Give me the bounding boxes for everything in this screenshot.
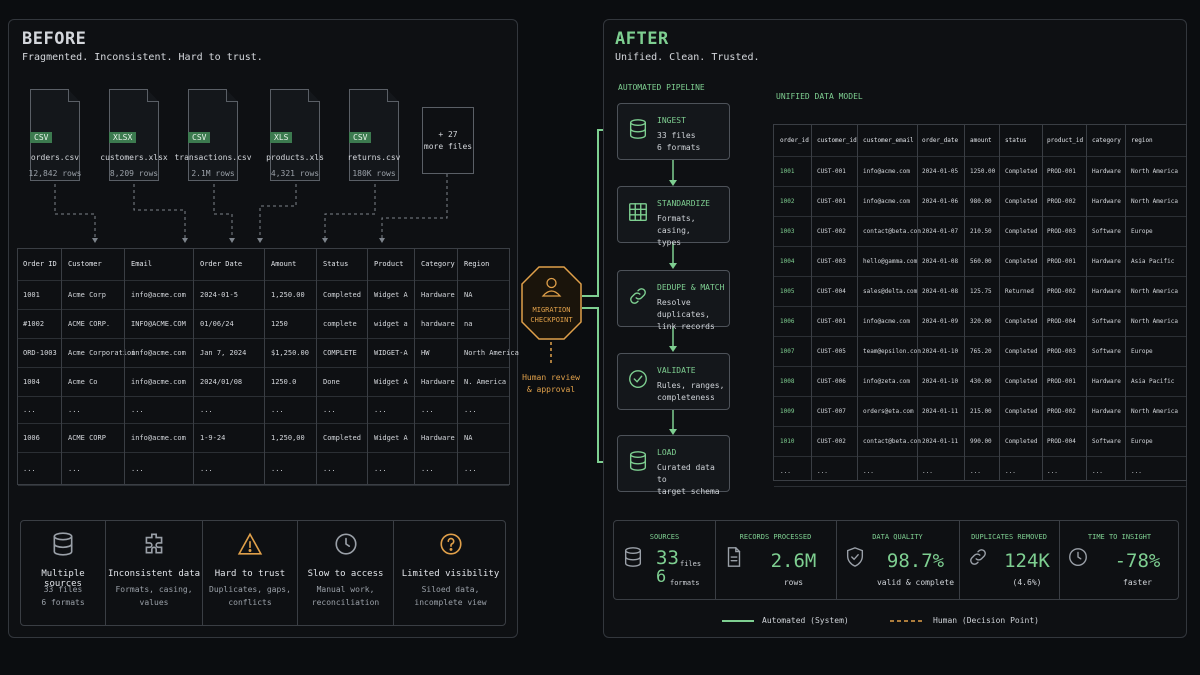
legend-lines bbox=[722, 620, 924, 622]
legend-automated: Automated (System) bbox=[762, 616, 849, 625]
legend-human: Human (Decision Point) bbox=[933, 616, 1039, 625]
